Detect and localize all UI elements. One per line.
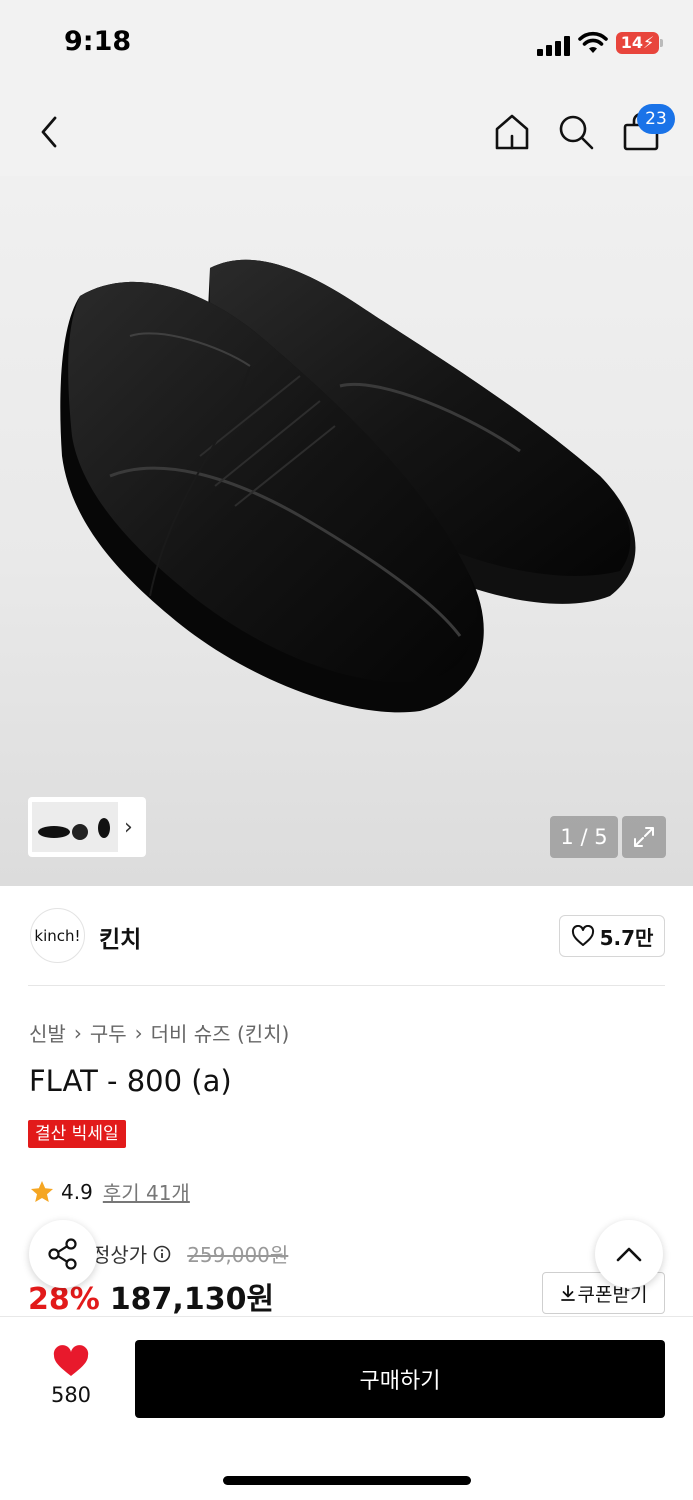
top-nav bbox=[0, 88, 693, 176]
expand-icon bbox=[634, 827, 654, 847]
scroll-top-button[interactable] bbox=[595, 1220, 663, 1288]
home-button[interactable] bbox=[488, 108, 536, 156]
home-indicator bbox=[223, 1476, 471, 1485]
battery-tip bbox=[660, 39, 663, 47]
chevron-right-icon: › bbox=[73, 1020, 82, 1045]
rating-value: 4.9 bbox=[61, 1179, 93, 1204]
star-icon bbox=[31, 1180, 53, 1202]
breadcrumb: 신발 › 구두 › 더비 슈즈 (킨치) bbox=[29, 1018, 289, 1047]
price-label: 정상가 bbox=[92, 1243, 148, 1267]
sale-badge: 결산 빅세일 bbox=[28, 1120, 126, 1148]
thumbnail-image bbox=[32, 802, 118, 852]
battery-icon: 14⚡ bbox=[616, 32, 659, 54]
brand-name[interactable]: 킨치 bbox=[99, 920, 141, 954]
breadcrumb-item[interactable]: 구두 bbox=[90, 1018, 127, 1047]
wishlist-count: 580 bbox=[50, 1383, 92, 1407]
buy-button[interactable]: 구매하기 bbox=[135, 1340, 665, 1418]
product-title: FLAT - 800 (a) bbox=[29, 1064, 232, 1098]
status-time: 9:18 bbox=[64, 26, 132, 57]
search-button[interactable] bbox=[552, 108, 600, 156]
thumbnail-strip[interactable]: › bbox=[28, 797, 146, 857]
rating-row: 4.9 후기 41개 bbox=[29, 1177, 190, 1206]
search-icon bbox=[559, 115, 594, 150]
review-count-link[interactable]: 후기 41개 bbox=[103, 1177, 190, 1206]
back-chevron-icon bbox=[41, 116, 57, 148]
download-icon bbox=[560, 1285, 575, 1301]
cellular-signal-icon bbox=[537, 36, 571, 56]
expand-button[interactable] bbox=[622, 816, 666, 858]
heart-outline-icon bbox=[571, 925, 594, 946]
sale-price: 187,130원 bbox=[109, 1282, 275, 1317]
home-icon bbox=[495, 114, 529, 150]
share-button[interactable] bbox=[29, 1220, 97, 1288]
product-image bbox=[60, 259, 636, 713]
chevron-right-icon: › bbox=[124, 814, 133, 840]
status-bar: 9:18 14⚡ bbox=[0, 0, 693, 88]
chevron-up-icon bbox=[616, 1247, 642, 1262]
chevron-right-icon: › bbox=[134, 1020, 143, 1045]
wishlist-button[interactable]: 580 bbox=[30, 1345, 112, 1415]
image-counter: 1 / 5 bbox=[550, 816, 618, 858]
battery-level: 14 bbox=[620, 33, 644, 52]
divider bbox=[28, 985, 665, 986]
wifi-icon bbox=[578, 31, 608, 53]
brand-logo[interactable]: kinch! bbox=[30, 908, 85, 963]
product-image-gallery[interactable]: › 1 / 5 bbox=[0, 176, 693, 886]
breadcrumb-item[interactable]: 신발 bbox=[29, 1018, 66, 1047]
breadcrumb-item[interactable]: 더비 슈즈 (킨치) bbox=[151, 1018, 290, 1047]
share-icon bbox=[48, 1238, 77, 1270]
heart-filled-icon bbox=[53, 1345, 89, 1376]
cart-count-badge: 23 bbox=[637, 104, 675, 134]
brand-like-button[interactable]: 5.7만 bbox=[559, 915, 665, 957]
original-price: 259,000원 bbox=[187, 1243, 289, 1267]
original-price-row: 정상가 259,000원 bbox=[92, 1239, 288, 1268]
back-button[interactable] bbox=[26, 108, 74, 156]
info-icon[interactable] bbox=[153, 1245, 171, 1263]
brand-like-count: 5.7만 bbox=[599, 925, 654, 950]
